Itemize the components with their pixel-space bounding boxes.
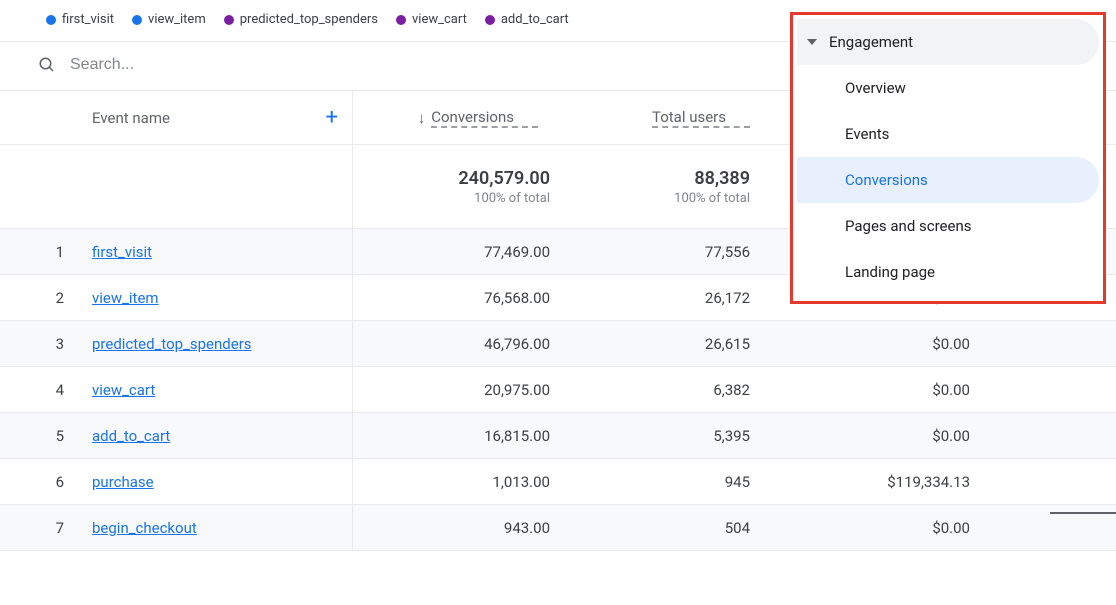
legend-label: view_item: [148, 12, 206, 27]
cell-users: 504: [562, 519, 762, 537]
cell-users: 5,395: [562, 427, 762, 445]
report-nav-panel: Engagement Overview Events Conversions Page…: [790, 12, 1106, 304]
table-row: 5add_to_cart 16,815.005,395$0.00: [0, 413, 1116, 459]
cell-conversions: 1,013.00: [352, 459, 562, 504]
nav-item-label: Landing page: [845, 263, 935, 281]
legend-label: view_cart: [412, 12, 467, 27]
sort-desc-icon[interactable]: ↓: [418, 109, 426, 127]
cell-conversions: 16,815.00: [352, 413, 562, 458]
event-link[interactable]: predicted_top_spenders: [92, 335, 252, 353]
event-link[interactable]: first_visit: [92, 243, 152, 261]
nav-item-label: Overview: [845, 79, 906, 97]
event-link[interactable]: view_item: [92, 289, 159, 307]
row-index: 6: [0, 473, 92, 491]
legend-label: add_to_cart: [501, 12, 569, 27]
nav-item-events[interactable]: Events: [797, 111, 1099, 157]
cell-conversions: 76,568.00: [352, 275, 562, 320]
col-total-users[interactable]: Total users: [652, 108, 750, 128]
table-row: 3predicted_top_spenders 46,796.0026,615$0…: [0, 321, 1116, 367]
row-index: 7: [0, 519, 92, 537]
col-event-name: Event name: [92, 109, 170, 127]
table-row: 7begin_checkout 943.00504$0.00: [0, 505, 1116, 551]
legend-dot-icon: [485, 15, 495, 25]
legend-item[interactable]: first_visit: [46, 12, 114, 27]
cell-conversions: 20,975.00: [352, 367, 562, 412]
sum-conversions: 240,579.00: [353, 168, 550, 189]
row-index: 1: [0, 243, 92, 261]
row-index: 3: [0, 335, 92, 353]
nav-children: Overview Events Conversions Pages and scree…: [797, 65, 1099, 295]
nav-item-landing-page[interactable]: Landing page: [797, 249, 1099, 295]
cell-revenue: $119,334.13: [762, 473, 982, 491]
cell-revenue: $0.00: [762, 519, 982, 537]
event-link[interactable]: begin_checkout: [92, 519, 197, 537]
cell-revenue: $0.00: [762, 335, 982, 353]
cell-users: 26,615: [562, 335, 762, 353]
event-link[interactable]: view_cart: [92, 381, 155, 399]
sum-users: 88,389: [562, 168, 750, 189]
add-dimension-button[interactable]: +: [326, 107, 338, 129]
legend-dot-icon: [224, 15, 234, 25]
row-index: 5: [0, 427, 92, 445]
nav-section-label: Engagement: [829, 33, 913, 51]
cell-users: 26,172: [562, 289, 762, 307]
table-row: 4view_cart 20,975.006,382$0.00: [0, 367, 1116, 413]
sum-users-pct: 100% of total: [562, 191, 750, 206]
event-link[interactable]: add_to_cart: [92, 427, 170, 445]
connector-line: [1050, 512, 1116, 514]
nav-item-pages-and-screens[interactable]: Pages and screens: [797, 203, 1099, 249]
caret-down-icon: [807, 39, 817, 45]
legend-item[interactable]: view_cart: [396, 12, 467, 27]
legend-label: predicted_top_spenders: [240, 12, 378, 27]
event-link[interactable]: purchase: [92, 473, 154, 491]
cell-users: 77,556: [562, 243, 762, 261]
cell-revenue: $0.00: [762, 427, 982, 445]
row-index: 4: [0, 381, 92, 399]
cell-conversions: 943.00: [352, 505, 562, 550]
col-conversions[interactable]: Conversions: [431, 108, 538, 128]
legend-dot-icon: [396, 15, 406, 25]
nav-item-conversions[interactable]: Conversions: [797, 157, 1099, 203]
table-row: 6purchase 1,013.00945$119,334.13: [0, 459, 1116, 505]
nav-item-label: Events: [845, 125, 889, 143]
cell-conversions: 46,796.00: [352, 321, 562, 366]
nav-item-label: Pages and screens: [845, 217, 971, 235]
legend-label: first_visit: [62, 12, 114, 27]
row-index: 2: [0, 289, 92, 307]
cell-revenue: $0.00: [762, 381, 982, 399]
sum-conversions-pct: 100% of total: [353, 191, 550, 206]
legend-dot-icon: [46, 15, 56, 25]
legend-dot-icon: [132, 15, 142, 25]
cell-users: 945: [562, 473, 762, 491]
legend-item[interactable]: add_to_cart: [485, 12, 569, 27]
legend-item[interactable]: view_item: [132, 12, 206, 27]
search-icon: [38, 56, 56, 74]
cell-users: 6,382: [562, 381, 762, 399]
legend-item[interactable]: predicted_top_spenders: [224, 12, 378, 27]
nav-item-overview[interactable]: Overview: [797, 65, 1099, 111]
nav-item-label: Conversions: [845, 171, 928, 189]
nav-section-engagement[interactable]: Engagement: [797, 19, 1099, 65]
cell-conversions: 77,469.00: [352, 229, 562, 274]
